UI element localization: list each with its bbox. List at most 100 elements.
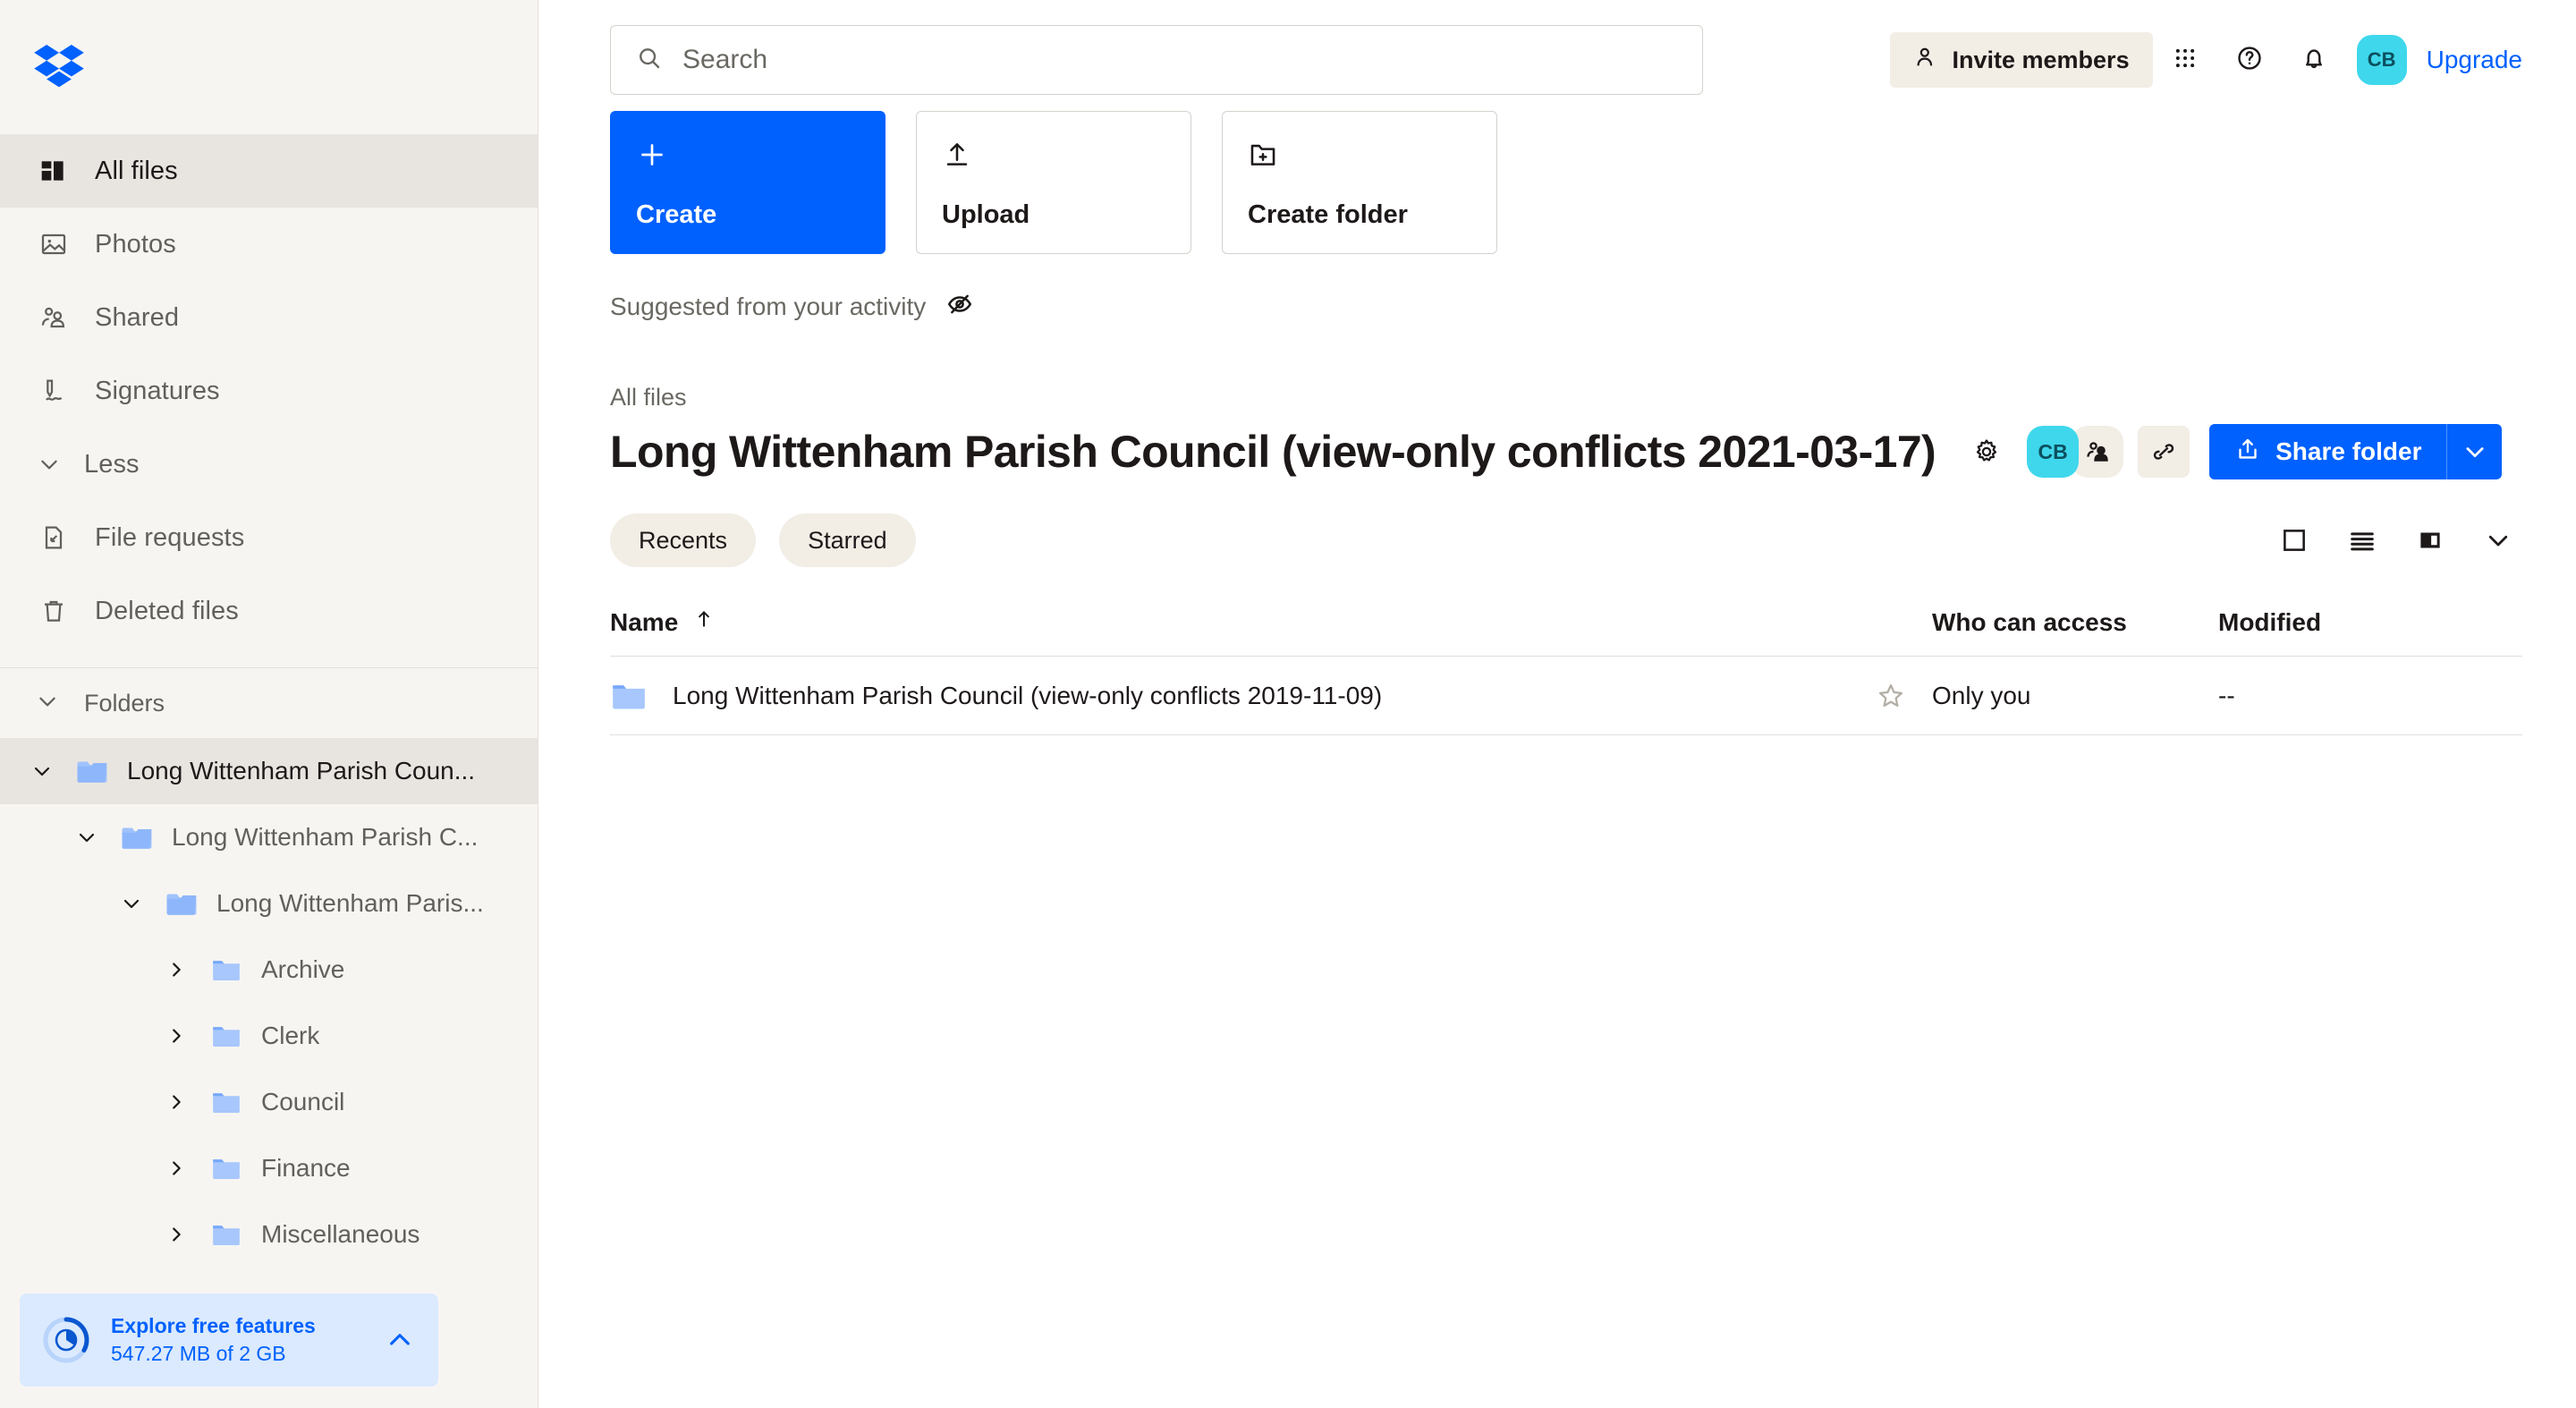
- filter-starred[interactable]: Starred: [779, 513, 916, 567]
- grid-view-icon[interactable]: [2270, 516, 2318, 564]
- create-folder-label: Create folder: [1248, 200, 1408, 229]
- storage-pie-icon: [41, 1315, 91, 1365]
- folder-tree-label: Long Wittenham Paris...: [216, 889, 484, 917]
- share-folder-dropdown[interactable]: [2446, 424, 2503, 479]
- filter-recents[interactable]: Recents: [610, 513, 757, 567]
- chevron-down-icon[interactable]: [2474, 516, 2522, 564]
- invite-members-label: Invite members: [1952, 46, 2130, 73]
- apps-grid-button[interactable]: [2153, 28, 2217, 92]
- folder-icon: [208, 1022, 245, 1049]
- suggested-activity-label: Suggested from your activity: [610, 292, 927, 320]
- dropbox-logo-link[interactable]: [0, 0, 538, 134]
- file-table: Name Who can access Modified Long Witten…: [610, 608, 2576, 735]
- dropbox-logo-icon: [34, 45, 84, 88]
- folder-tree-item[interactable]: Long Wittenham Parish Coun...: [0, 738, 538, 804]
- main-content: Search Invite members CB Upgrade Create …: [538, 0, 2576, 1408]
- chevron-down-icon[interactable]: [116, 893, 147, 914]
- folder-icon: [208, 956, 245, 983]
- chevron-right-icon[interactable]: [161, 1225, 191, 1244]
- search-placeholder: Search: [682, 45, 768, 74]
- sidebar-item-label: Signatures: [95, 376, 220, 405]
- suggested-activity-row: Suggested from your activity: [610, 290, 2576, 323]
- arrow-up-icon: [692, 607, 716, 637]
- file-name-label: Long Wittenham Parish Council (view-only…: [673, 681, 1383, 709]
- sidebar-item-all-files[interactable]: All files: [0, 134, 538, 208]
- split-pane-icon[interactable]: [2406, 516, 2454, 564]
- sidebar-item-deleted-files[interactable]: Deleted files: [0, 574, 538, 648]
- person-add-icon: [1913, 45, 1938, 76]
- sidebar-item-photos[interactable]: Photos: [0, 208, 538, 281]
- sidebar-folders-label: Folders: [84, 689, 165, 717]
- upload-button[interactable]: Upload: [916, 111, 1191, 254]
- folder-tree-item[interactable]: Archive: [0, 937, 538, 1003]
- upgrade-link[interactable]: Upgrade: [2427, 46, 2522, 74]
- photos-icon: [38, 228, 70, 260]
- star-outline-icon[interactable]: [1850, 681, 1932, 711]
- folder-tree-item[interactable]: Council: [0, 1069, 538, 1135]
- chevron-right-icon[interactable]: [161, 1026, 191, 1046]
- sidebar-toggle-less[interactable]: Less: [0, 428, 538, 501]
- storage-title: Explore free features: [111, 1313, 316, 1337]
- folder-tree-item[interactable]: Clerk: [0, 1003, 538, 1069]
- folder-open-icon: [73, 758, 111, 785]
- chevron-up-icon[interactable]: [383, 1326, 417, 1354]
- folder-tree-item[interactable]: Finance: [0, 1135, 538, 1201]
- invite-members-button[interactable]: Invite members: [1889, 32, 2153, 88]
- avatar-initials: CB: [2367, 48, 2396, 71]
- folder-tree-label: Long Wittenham Parish Coun...: [127, 757, 476, 785]
- dropbox-app: All files Photos Shared Signatures Less …: [0, 0, 2576, 1408]
- column-header-name-label: Name: [610, 607, 679, 636]
- people-icon[interactable]: [2072, 426, 2124, 478]
- sidebar-item-shared[interactable]: Shared: [0, 281, 538, 354]
- folder-tree-label: Finance: [261, 1154, 351, 1182]
- sidebar-item-label: Shared: [95, 302, 180, 332]
- search-icon: [636, 45, 663, 76]
- create-folder-button[interactable]: Create folder: [1222, 111, 1497, 254]
- folder-tree-item[interactable]: Long Wittenham Parish C...: [0, 804, 538, 870]
- file-request-icon: [38, 522, 70, 554]
- column-header-modified[interactable]: Modified: [2218, 608, 2522, 637]
- table-header-row: Name Who can access Modified: [610, 608, 2522, 657]
- column-header-name[interactable]: Name: [610, 607, 1932, 637]
- filter-row: Recents Starred: [610, 513, 2576, 567]
- folder-tree-item[interactable]: Miscellaneous: [0, 1201, 538, 1268]
- chevron-right-icon[interactable]: [161, 1092, 191, 1112]
- search-input[interactable]: Search: [610, 25, 1703, 95]
- storage-text: Explore free features 547.27 MB of 2 GB: [111, 1312, 363, 1368]
- user-avatar[interactable]: CB: [2356, 35, 2407, 85]
- create-button[interactable]: Create: [610, 111, 886, 254]
- folder-tree-label: Clerk: [261, 1022, 320, 1049]
- avatar[interactable]: CB: [2027, 426, 2080, 478]
- modified-cell: --: [2218, 681, 2235, 709]
- sidebar-section-folders[interactable]: Folders: [0, 668, 538, 738]
- sidebar-less-label: Less: [84, 449, 140, 479]
- sidebar-item-file-requests[interactable]: File requests: [0, 501, 538, 574]
- chevron-down-icon[interactable]: [72, 827, 102, 848]
- share-folder-group: Share folder: [2209, 424, 2503, 479]
- column-header-who-can-access[interactable]: Who can access: [1932, 608, 2218, 637]
- create-label: Create: [636, 200, 717, 229]
- chevron-right-icon[interactable]: [161, 960, 191, 980]
- sidebar-item-signatures[interactable]: Signatures: [0, 354, 538, 428]
- eye-off-icon[interactable]: [945, 290, 974, 323]
- file-name-cell[interactable]: Long Wittenham Parish Council (view-only…: [610, 681, 1850, 711]
- top-bar-actions: Invite members CB Upgrade: [1889, 25, 2576, 95]
- list-view-icon[interactable]: [2338, 516, 2386, 564]
- storage-explore-card[interactable]: Explore free features 547.27 MB of 2 GB: [20, 1293, 438, 1387]
- share-folder-button[interactable]: Share folder: [2209, 424, 2447, 479]
- upload-label: Upload: [942, 200, 1030, 229]
- table-row[interactable]: Long Wittenham Parish Council (view-only…: [610, 657, 2522, 735]
- help-button[interactable]: [2217, 28, 2282, 92]
- gear-icon[interactable]: [1959, 424, 2014, 479]
- top-bar: Search Invite members CB Upgrade: [538, 0, 2576, 95]
- folder-icon: [610, 681, 649, 711]
- chevron-right-icon[interactable]: [161, 1158, 191, 1178]
- folder-tree-label: Miscellaneous: [261, 1220, 420, 1248]
- notifications-button[interactable]: [2282, 28, 2346, 92]
- chevron-down-icon[interactable]: [27, 760, 57, 782]
- folder-tree-item[interactable]: Long Wittenham Paris...: [0, 870, 538, 937]
- copy-link-icon[interactable]: [2138, 426, 2190, 478]
- chevron-down-icon: [36, 690, 63, 717]
- chevron-down-icon: [36, 448, 63, 480]
- breadcrumb[interactable]: All files: [610, 384, 2576, 411]
